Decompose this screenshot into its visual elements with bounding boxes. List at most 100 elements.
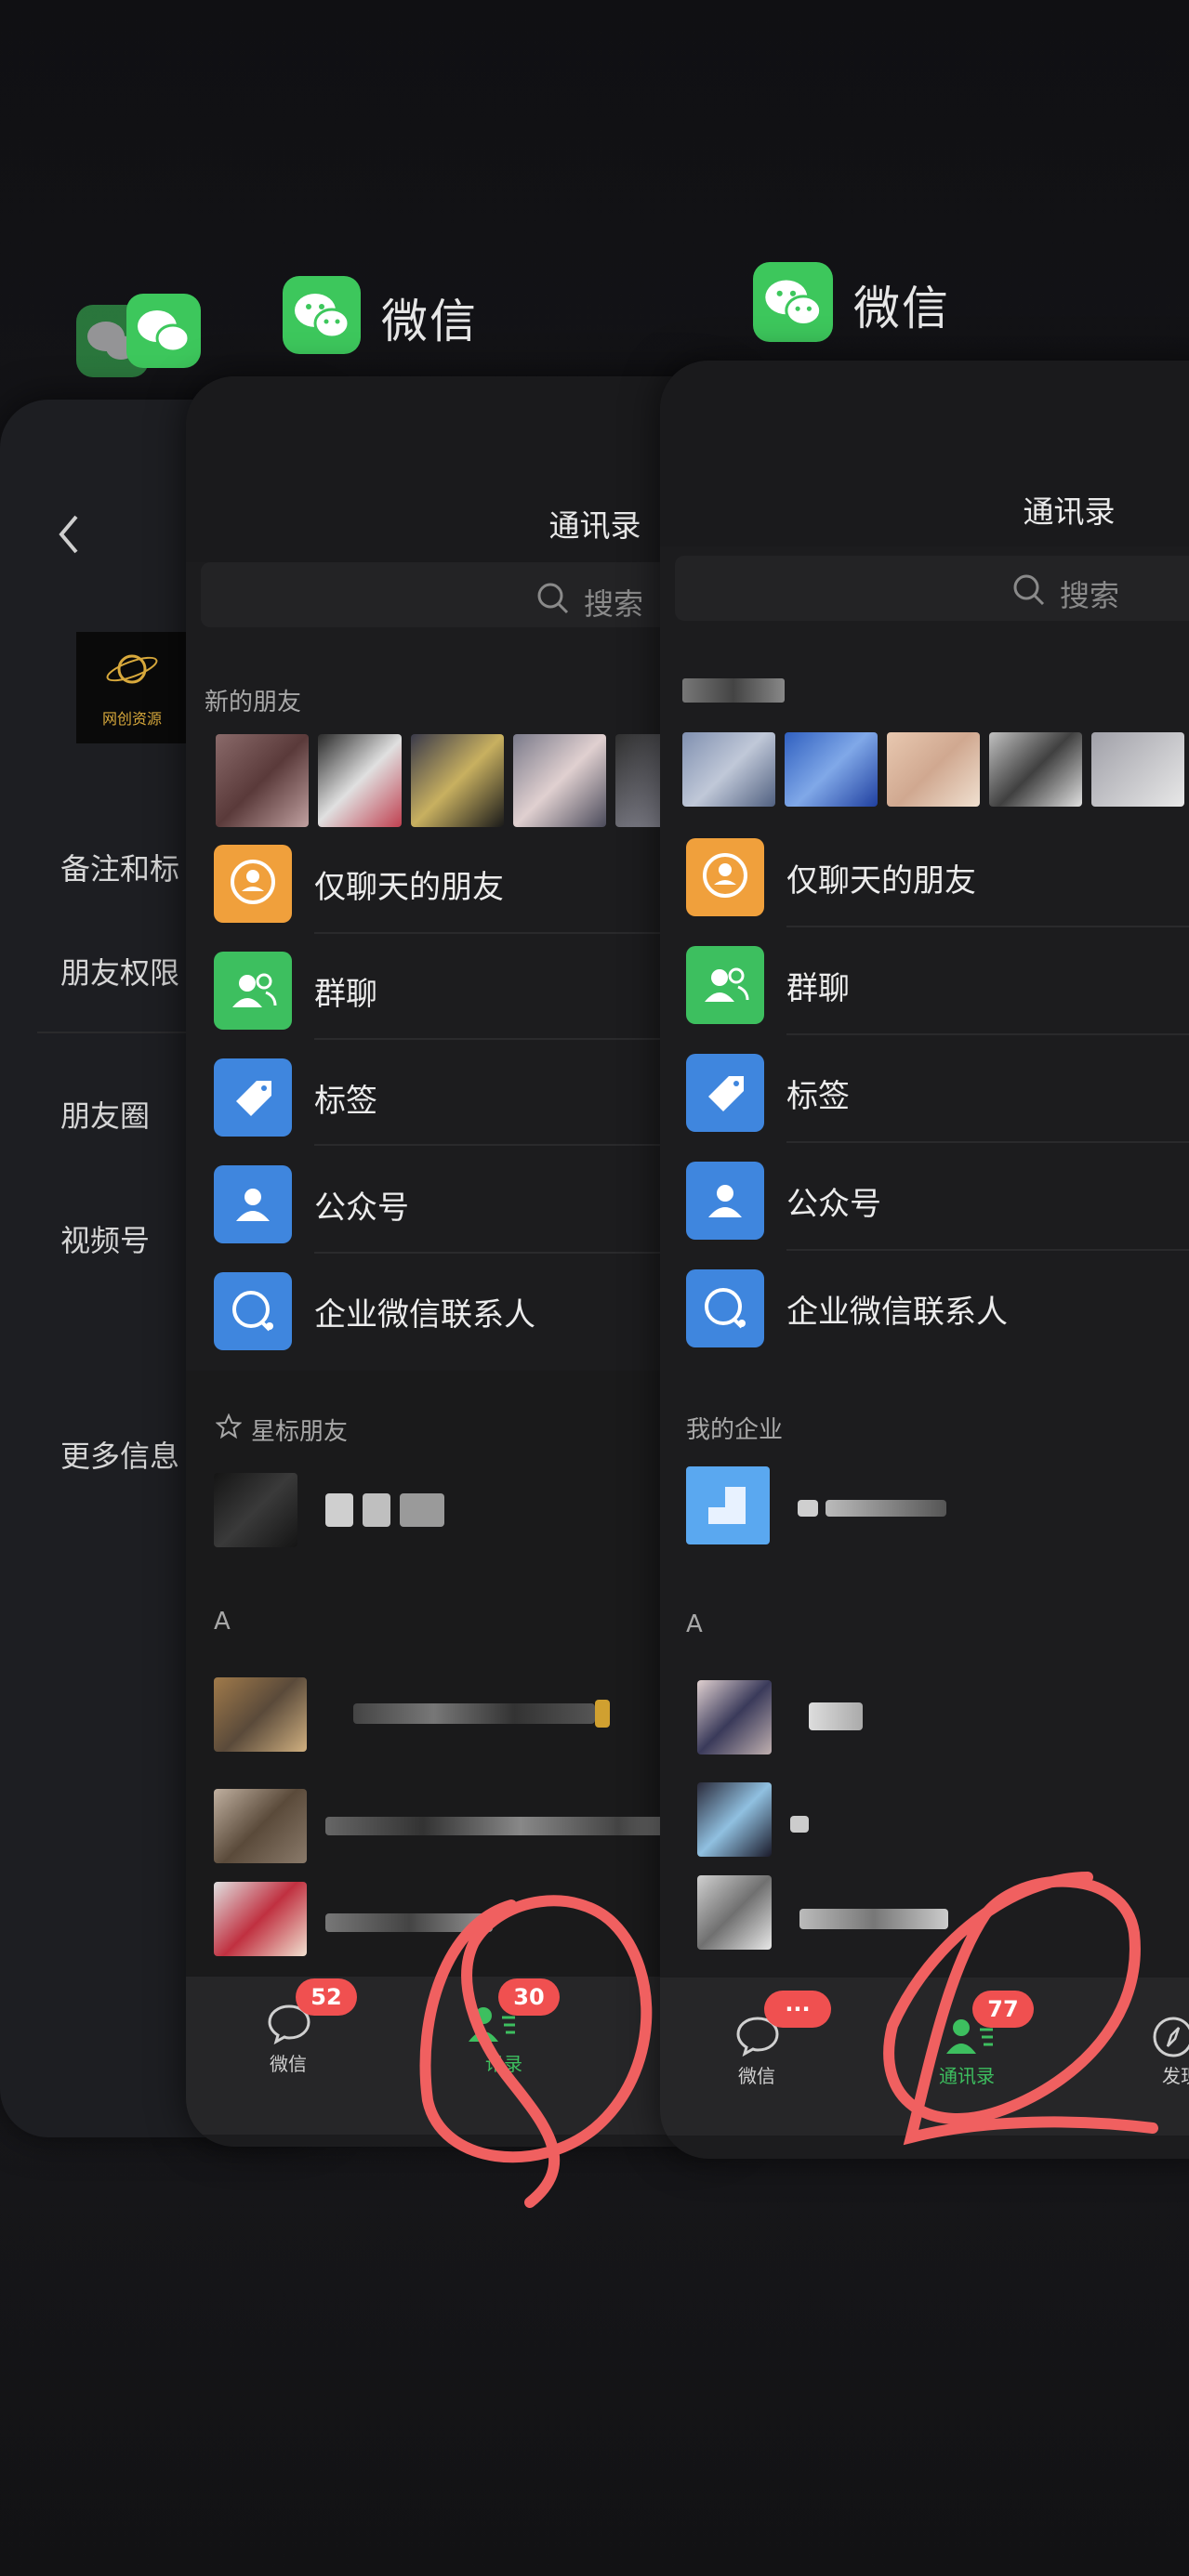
wechat-app-icon[interactable] xyxy=(283,276,361,354)
divider xyxy=(786,926,1189,927)
wechat-app-icon-front[interactable] xyxy=(753,262,833,342)
menu-label: 仅聊天的朋友 xyxy=(314,869,504,906)
blurred-avatar xyxy=(214,1789,307,1863)
logo-text: 网创资源 xyxy=(101,710,162,728)
chats-tab-label: 微信 xyxy=(270,2053,307,2075)
menu-label: 标签 xyxy=(314,1083,377,1120)
annotation-circle-1 xyxy=(419,1895,653,2208)
new-friends-label: 新的朋友 xyxy=(205,689,302,716)
menu-row-tags[interactable]: 标签 xyxy=(686,1041,1189,1134)
official-account-icon xyxy=(236,1189,270,1221)
index-letter-a: A xyxy=(214,1608,231,1636)
menu-label: 群聊 xyxy=(314,976,377,1013)
search-icon xyxy=(537,583,569,614)
menu-label: 公众号 xyxy=(786,1186,881,1223)
menu-label: 仅聊天的朋友 xyxy=(786,862,976,900)
chats-unread-badge: 52 xyxy=(296,1978,357,2016)
new-friends-avatars[interactable] xyxy=(682,732,1189,807)
new-friends-avatars[interactable] xyxy=(216,734,736,827)
row-icon xyxy=(214,1272,292,1350)
menu-label: 标签 xyxy=(786,1078,850,1115)
tag-icon xyxy=(708,1076,744,1111)
new-friends-label-blurred xyxy=(682,678,785,703)
page-title: 通讯录 xyxy=(1023,493,1116,530)
enterprise-row[interactable] xyxy=(686,1466,1189,1550)
blurred-name xyxy=(798,1500,818,1517)
blurred-name xyxy=(353,1703,595,1724)
blurred-avatar xyxy=(989,732,1082,807)
annotation-circle-2 xyxy=(883,1872,1158,2146)
channels-item[interactable]: 视频号 xyxy=(60,1217,150,1260)
official-account-icon xyxy=(708,1185,742,1217)
row-icon xyxy=(686,1269,764,1347)
search-placeholder: 搜索 xyxy=(1060,578,1120,613)
tag-icon xyxy=(236,1081,271,1116)
contact-row[interactable] xyxy=(697,1782,1189,1857)
contact-row[interactable] xyxy=(697,1680,1189,1755)
work-contact-icon xyxy=(705,1288,746,1329)
blurred-avatar xyxy=(1091,732,1184,807)
blurred-avatar xyxy=(513,734,606,827)
index-letter-a: A xyxy=(686,1610,703,1638)
row-icon xyxy=(686,838,764,916)
menu-row-chat-only[interactable]: 仅聊天的朋友 xyxy=(686,825,1189,918)
blurred-avatar xyxy=(318,734,402,827)
menu-row-chat-only[interactable]: 仅聊天的朋友 xyxy=(214,832,716,925)
blurred-avatar xyxy=(216,734,309,827)
my-enterprise-label: 我的企业 xyxy=(686,1416,784,1444)
logo-mark xyxy=(708,1487,725,1507)
blurred-name xyxy=(595,1700,610,1728)
friend-permissions-item[interactable]: 朋友权限 xyxy=(60,950,179,992)
blurred-avatar xyxy=(697,1782,772,1857)
menu-label: 企业微信联系人 xyxy=(786,1294,1008,1331)
row-icon xyxy=(214,845,292,923)
menu-row-group-chat[interactable]: 群聊 xyxy=(686,933,1189,1026)
menu-label: 群聊 xyxy=(786,970,850,1007)
blurred-avatar xyxy=(214,1882,307,1956)
person-chat-icon xyxy=(231,860,275,904)
menu-row-work-contacts[interactable]: 企业微信联系人 xyxy=(214,1259,716,1352)
blurred-avatar xyxy=(214,1677,307,1752)
menu-label: 企业微信联系人 xyxy=(314,1296,535,1334)
planet-logo-icon xyxy=(106,654,158,684)
row-icon xyxy=(214,1165,292,1243)
menu-row-work-contacts[interactable]: 企业微信联系人 xyxy=(686,1256,1189,1349)
menu-row-tags[interactable]: 标签 xyxy=(214,1045,716,1138)
remarks-tags-item[interactable]: 备注和标 xyxy=(60,846,179,888)
contact-row[interactable] xyxy=(214,1789,716,1863)
more-info-item[interactable]: 更多信息 xyxy=(60,1433,179,1476)
blurred-name xyxy=(325,1493,353,1527)
blurred-name xyxy=(400,1493,444,1527)
blurred-name xyxy=(790,1816,809,1833)
app-name-label-front: 微信 xyxy=(853,282,950,335)
blurred-avatar xyxy=(697,1875,772,1950)
contact-row[interactable] xyxy=(214,1473,716,1557)
back-chevron-icon[interactable] xyxy=(54,511,82,558)
starred-friends-label: 星标朋友 xyxy=(251,1418,349,1446)
blurred-name xyxy=(826,1500,946,1517)
group-icon xyxy=(705,967,749,1002)
app-name-label: 微信 xyxy=(381,295,478,348)
contact-row[interactable] xyxy=(214,1677,716,1752)
blurred-avatar xyxy=(682,732,775,807)
row-icon xyxy=(686,946,764,1024)
enterprise-logo-icon xyxy=(686,1466,770,1544)
divider xyxy=(786,1141,1189,1143)
divider xyxy=(786,1033,1189,1035)
blurred-name xyxy=(363,1493,390,1527)
search-placeholder: 搜索 xyxy=(584,586,644,622)
group-icon xyxy=(232,973,277,1007)
menu-row-official-accounts[interactable]: 公众号 xyxy=(214,1152,716,1245)
menu-row-official-accounts[interactable]: 公众号 xyxy=(686,1149,1189,1242)
chats-unread-badge: ··· xyxy=(764,1991,831,2028)
menu-row-group-chat[interactable]: 群聊 xyxy=(214,939,716,1032)
work-contact-icon xyxy=(232,1291,273,1332)
blurred-avatar xyxy=(214,1473,297,1547)
blurred-name xyxy=(325,1817,716,1835)
moments-item[interactable]: 朋友圈 xyxy=(60,1093,150,1136)
blurred-avatar xyxy=(887,732,980,807)
blurred-avatar xyxy=(411,734,504,827)
star-icon xyxy=(216,1413,242,1439)
search-icon xyxy=(1013,574,1045,606)
row-icon xyxy=(686,1054,764,1132)
